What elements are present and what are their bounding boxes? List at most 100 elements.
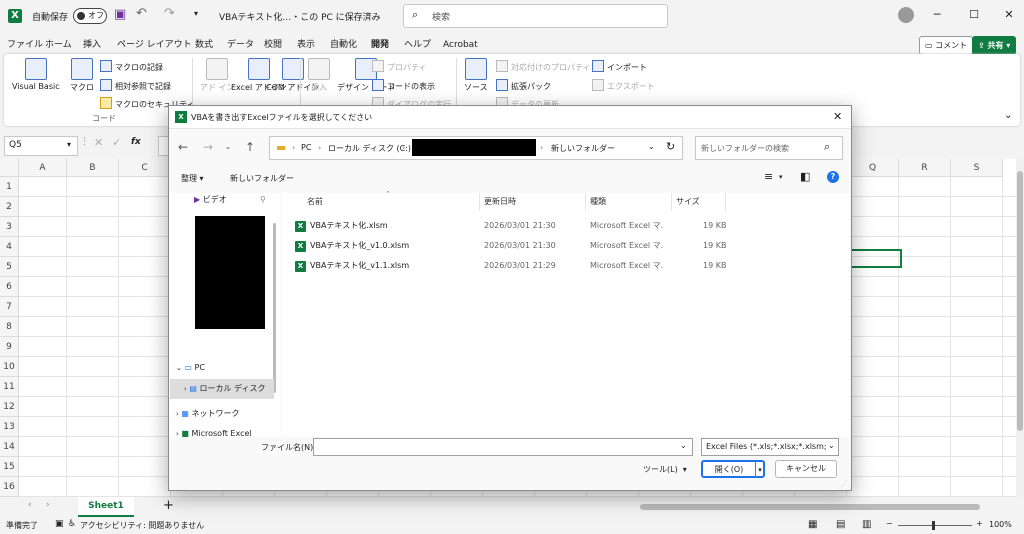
qat-customize-icon[interactable]: ▾ [194, 9, 198, 18]
refresh-icon[interactable]: ↻ [666, 140, 675, 153]
tab-file[interactable]: ファイル [7, 36, 43, 54]
horizontal-scrollbar[interactable] [640, 504, 980, 510]
filename-input[interactable]: ⌄ [313, 438, 693, 456]
open-button[interactable]: 開く(O) ▾ [701, 460, 765, 478]
scroll-left-icon[interactable]: ‹ [28, 500, 32, 510]
visual-basic-button[interactable]: Visual Basic [12, 58, 60, 91]
name-box[interactable]: Q5 ▾ [4, 136, 78, 156]
row-header-13[interactable]: 13 [0, 417, 19, 437]
row-header-6[interactable]: 6 [0, 277, 19, 297]
source-button[interactable]: ソース [464, 58, 488, 93]
tab-acrobat[interactable]: Acrobat [443, 36, 478, 54]
tab-automate[interactable]: 自動化 [330, 36, 357, 54]
column-header-r[interactable]: R [899, 159, 951, 177]
relative-ref-button[interactable]: 相対参照で記録 [100, 79, 171, 91]
chevron-down-icon[interactable]: ⌄ [648, 142, 655, 151]
column-header-s[interactable]: S [951, 159, 1003, 177]
zoom-in-icon[interactable]: + [976, 519, 983, 528]
nav-scrollbar[interactable] [273, 223, 276, 393]
open-options-icon[interactable]: ▾ [755, 462, 764, 478]
view-code-button[interactable]: コードの表示 [372, 79, 435, 91]
zoom-level[interactable]: 100% [989, 520, 1012, 529]
normal-view-icon[interactable]: ▦ [808, 519, 817, 530]
row-header-16[interactable]: 16 [0, 477, 19, 497]
tab-data[interactable]: データ [227, 36, 254, 54]
record-macro-button[interactable]: マクロの記録 [100, 60, 163, 72]
share-button[interactable]: ⇪ 共有 ▾ [972, 36, 1017, 55]
insert-control-button[interactable]: 挿入 [308, 58, 330, 93]
address-bar[interactable]: ▬ › PC › ローカル ディスク (C:) › › 新しいフォルダー ⌄ ↻ [269, 136, 683, 160]
nav-item-videos[interactable]: ▶ ビデオ [194, 191, 227, 209]
page-break-view-icon[interactable]: ▥ [862, 519, 871, 530]
nav-item-pc[interactable]: ⌄ ▭ PC [176, 359, 205, 377]
accessibility-icon[interactable]: ♿ [68, 519, 76, 529]
recent-locations-icon[interactable]: ⌄ [219, 137, 237, 157]
maximize-icon[interactable]: ☐ [967, 8, 981, 22]
row-header-12[interactable]: 12 [0, 397, 19, 417]
tools-button[interactable]: ツール(L) ▾ [643, 464, 687, 475]
pin-icon[interactable]: ⚲ [260, 191, 266, 209]
tab-help[interactable]: ヘルプ [404, 36, 431, 54]
up-folder-icon[interactable]: ↑ [241, 137, 259, 157]
help-icon[interactable]: ? [827, 171, 839, 183]
import-button[interactable]: インポート [592, 60, 647, 72]
redo-icon[interactable]: ↷ [164, 6, 175, 21]
back-icon[interactable]: ← [174, 137, 192, 157]
zoom-slider[interactable] [898, 525, 972, 526]
navigation-pane[interactable]: ▶ ビデオ ⚲ ⌄ ▭ PC › ▤ ローカル ディスク › ▦ ネットワーク … [170, 193, 280, 437]
row-header-9[interactable]: 9 [0, 337, 19, 357]
addin-button[interactable]: アド イン [200, 58, 235, 93]
column-header-type[interactable]: 種類 [586, 193, 672, 211]
row-header-1[interactable]: 1 [0, 177, 19, 197]
scroll-right-icon[interactable]: › [46, 500, 50, 510]
filetype-select[interactable]: Excel Files (*.xls;*.xlsx;*.xlsm;*.x ⌄ [701, 438, 839, 456]
tab-home[interactable]: ホーム [45, 36, 72, 54]
insert-function-icon[interactable]: fx [131, 137, 141, 147]
file-row[interactable]: X VBAテキスト化.xlsm 2026/03/01 21:30 Microso… [281, 216, 850, 236]
row-header-7[interactable]: 7 [0, 297, 19, 317]
file-row[interactable]: X VBAテキスト化_v1.0.xlsm 2026/03/01 21:30 Mi… [281, 236, 850, 256]
chevron-down-icon[interactable]: ▾ [779, 173, 783, 181]
nav-item-network[interactable]: › ▦ ネットワーク [176, 405, 239, 423]
autosave-toggle[interactable]: オフ [73, 8, 107, 24]
cancel-button[interactable]: キャンセル [775, 460, 837, 478]
vertical-scroll-thumb[interactable] [1017, 171, 1023, 431]
row-header-11[interactable]: 11 [0, 377, 19, 397]
export-button[interactable]: エクスポート [592, 79, 655, 91]
account-avatar-icon[interactable] [898, 7, 914, 23]
tab-review[interactable]: 校閲 [264, 36, 282, 54]
nav-item-excel[interactable]: › ■ Microsoft Excel [176, 427, 252, 437]
search-box[interactable]: ⌕ 検索 [403, 4, 668, 28]
expansion-pack-button[interactable]: 拡張パック [496, 79, 551, 91]
folder-search-input[interactable]: 新しいフォルダーの検索 ⌕ [695, 136, 843, 160]
active-cell-q5[interactable] [850, 249, 902, 268]
comment-button[interactable]: ▭ コメント [919, 36, 974, 55]
view-options-icon[interactable]: ≡ [764, 170, 773, 183]
map-properties-button[interactable]: 対応付けのプロパティ [496, 60, 591, 72]
document-title[interactable]: VBAテキスト化…・この PC に保存済み [219, 10, 381, 23]
undo-icon[interactable]: ↶ [136, 6, 147, 21]
organize-button[interactable]: 整理 ▾ [181, 173, 204, 184]
file-list[interactable]: ⌃ 名前 更新日時 種類 サイズ X VBAテキスト化.xlsm 2026/03… [281, 190, 850, 437]
resize-grip-icon[interactable]: ⋰ [841, 480, 848, 488]
select-all-corner[interactable] [0, 159, 19, 177]
cancel-entry-icon[interactable]: ✕ [94, 136, 103, 149]
tab-page-layout[interactable]: ページ レイアウト [117, 36, 192, 54]
sheet-tab-sheet1[interactable]: Sheet1 [78, 497, 134, 517]
new-folder-button[interactable]: 新しいフォルダー [230, 173, 294, 184]
tab-view[interactable]: 表示 [297, 36, 315, 54]
row-header-8[interactable]: 8 [0, 317, 19, 337]
minimize-icon[interactable]: ─ [930, 8, 944, 22]
column-header-q[interactable]: Q [847, 159, 899, 177]
breadcrumb-pc[interactable]: PC [301, 143, 311, 152]
tab-developer[interactable]: 開発 [371, 36, 390, 56]
tab-insert[interactable]: 挿入 [83, 36, 101, 54]
row-header-5[interactable]: 5 [0, 257, 19, 277]
macro-button[interactable]: マクロ [70, 58, 94, 93]
zoom-out-icon[interactable]: − [886, 519, 893, 528]
zoom-slider-thumb[interactable] [932, 521, 935, 530]
save-icon[interactable]: ▣ [114, 7, 126, 22]
breadcrumb-folder[interactable]: 新しいフォルダー [551, 143, 615, 154]
column-header-b[interactable]: B [67, 159, 119, 177]
row-header-4[interactable]: 4 [0, 237, 19, 257]
